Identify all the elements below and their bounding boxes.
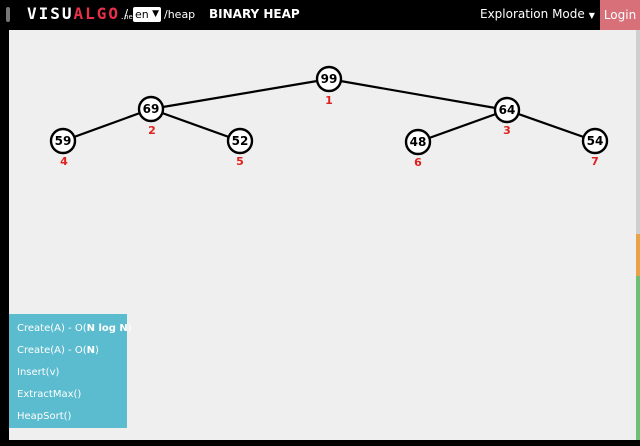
node-index: 5	[236, 155, 244, 168]
heap-node-5[interactable]: 52 5	[226, 127, 254, 168]
edge-2-5	[150, 107, 241, 143]
node-index: 6	[414, 156, 422, 169]
mode-dropdown[interactable]: Exploration Mode ▼	[480, 7, 595, 21]
action-menu: Create(A) - O(N log N) Create(A) - O(N) …	[9, 314, 132, 428]
top-bar: VISUALGO.net / en ▼ /heap BINARY HEAP Ex…	[0, 0, 640, 30]
edge-1-2	[150, 77, 330, 111]
node-index: 3	[503, 124, 511, 137]
node-value: 59	[55, 134, 72, 148]
heap-node-1[interactable]: 99 1	[315, 65, 343, 107]
menu-item-create-nlogn[interactable]: Create(A) - O(N log N)	[9, 318, 132, 340]
menu-item-extract-max[interactable]: ExtractMax()	[9, 384, 127, 406]
edge-2-4	[62, 107, 152, 143]
chevron-down-icon: ▼	[588, 11, 595, 20]
heap-node-7[interactable]: 54 7	[581, 127, 609, 168]
node-value: 52	[232, 134, 249, 148]
edge-1-3	[328, 77, 508, 112]
node-index: 1	[325, 94, 333, 107]
visualgo-logo[interactable]: VISUALGO.net	[27, 4, 137, 27]
menu-item-create-n[interactable]: Create(A) - O(N)	[9, 340, 127, 362]
menu-item-insert[interactable]: Insert(v)	[9, 362, 127, 384]
left-border	[0, 30, 9, 446]
node-index: 4	[60, 155, 68, 168]
chevron-down-icon: ▼	[152, 9, 159, 19]
edge-3-6	[417, 108, 508, 144]
page-path: /heap	[164, 8, 196, 21]
menu-item-heapsort[interactable]: HeapSort()	[9, 406, 127, 428]
heap-node-4[interactable]: 59 4	[49, 127, 77, 168]
login-button[interactable]: Login	[600, 0, 640, 30]
logo-icon	[6, 7, 10, 22]
node-index: 2	[148, 124, 156, 137]
page-title: BINARY HEAP	[209, 7, 300, 21]
heap-node-2[interactable]: 69 2	[137, 95, 165, 137]
path-separator: /	[124, 7, 129, 21]
side-panel-handle[interactable]	[636, 30, 640, 234]
codetrace-panel-handle[interactable]	[636, 276, 640, 440]
node-value: 54	[587, 134, 604, 148]
node-value: 69	[143, 102, 160, 116]
edge-3-7	[506, 108, 596, 143]
node-value: 48	[410, 135, 427, 149]
heap-node-6[interactable]: 48 6	[404, 128, 432, 169]
language-select[interactable]: en ▼	[133, 7, 161, 22]
node-value: 64	[499, 103, 516, 117]
status-panel-handle[interactable]	[636, 234, 640, 276]
heap-node-3[interactable]: 64 3	[493, 96, 521, 137]
node-value: 99	[321, 72, 338, 86]
node-index: 7	[591, 155, 599, 168]
